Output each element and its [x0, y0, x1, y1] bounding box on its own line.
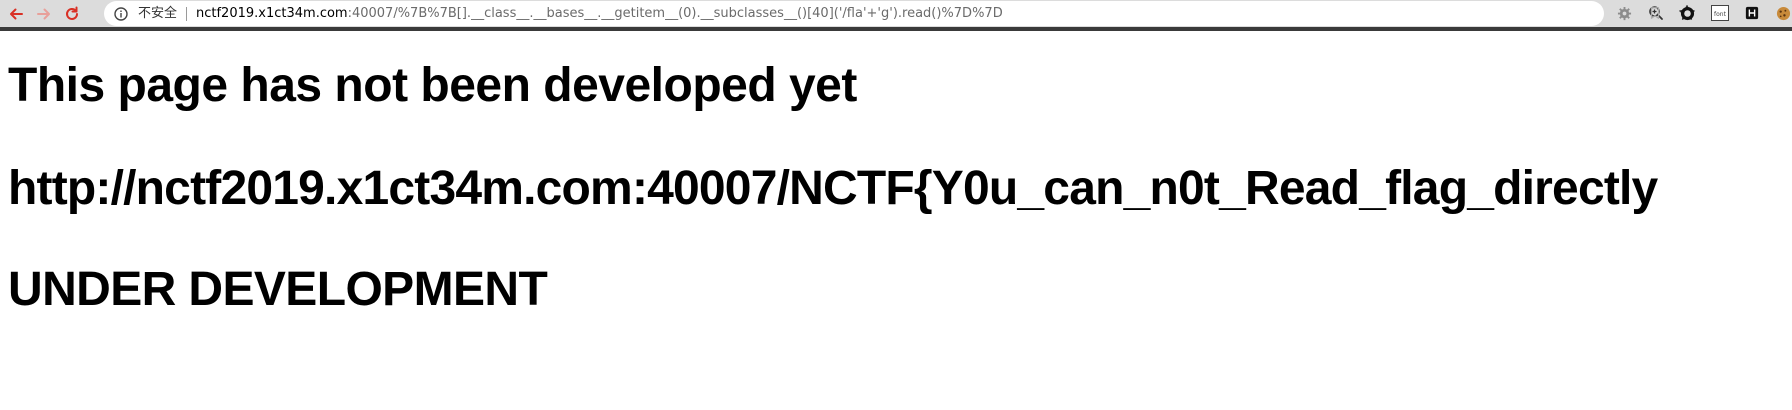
page-title: This page has not been developed yet — [8, 59, 857, 112]
forward-button[interactable] — [33, 3, 55, 25]
info-icon[interactable] — [114, 7, 128, 21]
font-extension-icon[interactable]: font — [1711, 4, 1729, 22]
url-text[interactable]: nctf2019.x1ct34m.com:40007/%7B%7B[].__cl… — [196, 5, 1003, 22]
font-extension-label: font — [1714, 11, 1727, 18]
cookie-extension-icon[interactable] — [1774, 4, 1792, 22]
forward-arrow-icon — [37, 8, 50, 20]
flag-url-heading: http://nctf2019.x1ct34m.com:40007/NCTF{Y… — [8, 162, 1658, 215]
url-host: nctf2019.x1ct34m.com — [196, 6, 348, 21]
security-label[interactable]: 不安全 — [138, 5, 177, 22]
gear-extension-icon[interactable] — [1615, 4, 1633, 22]
under-development-heading: UNDER DEVELOPMENT — [8, 263, 548, 316]
url-path: :40007/%7B%7B[].__class__.__bases__.__ge… — [347, 6, 1003, 21]
back-button[interactable] — [5, 3, 27, 25]
circle-extension-icon[interactable] — [1678, 4, 1696, 22]
address-bar[interactable]: 不安全 nctf2019.x1ct34m.com:40007/%7B%7B[].… — [104, 1, 1695, 26]
browser-toolbar: 不安全 nctf2019.x1ct34m.com:40007/%7B%7B[].… — [0, 0, 1792, 31]
omnibox-divider — [186, 7, 187, 21]
reload-button[interactable] — [61, 3, 83, 25]
reload-icon — [66, 6, 78, 20]
back-arrow-icon — [10, 8, 23, 20]
bookmark-extension-icon[interactable] — [1646, 4, 1664, 22]
box-extension-icon[interactable] — [1743, 4, 1761, 22]
